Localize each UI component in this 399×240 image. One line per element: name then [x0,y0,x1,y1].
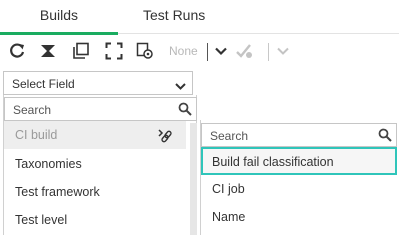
chevron-down-icon [175,78,186,96]
tab-test-runs[interactable]: Test Runs [143,0,205,34]
search-icon [178,102,192,121]
tab-builds[interactable]: Builds [0,0,118,35]
chevron-down-icon[interactable] [273,39,293,63]
toolbar-divider-2 [268,43,269,61]
settings-icon[interactable] [135,39,155,63]
expand-icon[interactable] [104,39,124,63]
list-item-build-fail-classification[interactable]: Build fail classification [201,147,397,175]
toolbar-divider [207,43,208,61]
search-icon [378,128,392,147]
filter-icon[interactable] [38,39,58,63]
list-item-ci-job[interactable]: CI job [201,176,397,204]
list-item-taxonomies[interactable]: Taxonomies [4,150,186,178]
list-item-test-level[interactable]: Test level [4,206,186,234]
chevron-down-icon[interactable] [211,39,231,63]
field-list-panel: Search CI build Taxonomies Test framewor… [3,95,197,235]
copy-icon[interactable] [71,39,91,63]
tab-bar: Builds Test Runs [0,0,399,35]
none-label: None [169,44,198,58]
refresh-icon[interactable] [7,39,27,63]
toolbar: None [0,34,399,68]
list-item-test-framework[interactable]: Test framework [4,178,186,206]
search-placeholder: Search [13,103,52,117]
list-item-name[interactable]: Name [201,204,397,232]
select-field-dropdown[interactable]: Select Field [3,71,193,95]
subfield-list-panel: Search Build fail classification CI job … [200,120,399,235]
field-search-input[interactable]: Search [4,97,197,121]
select-field-label: Select Field [12,77,75,91]
link-icon [158,128,174,149]
scrollbar[interactable] [190,123,197,235]
search-placeholder: Search [210,129,249,143]
subfield-search-input[interactable]: Search [201,123,397,147]
checkmark-icon[interactable] [234,39,254,63]
